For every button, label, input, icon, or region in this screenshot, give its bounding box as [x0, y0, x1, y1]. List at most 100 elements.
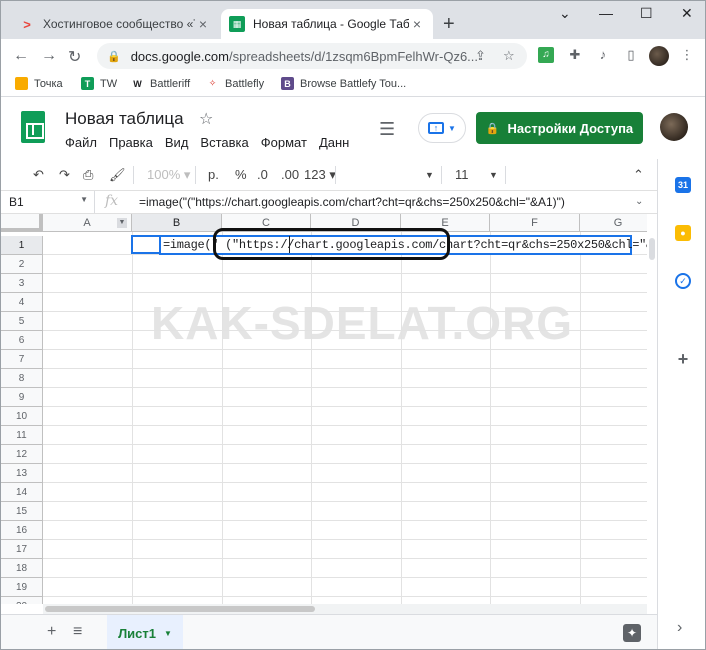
- select-all-corner[interactable]: [1, 214, 43, 232]
- forward-icon[interactable]: →: [41, 47, 57, 65]
- extensions-puzzle-icon[interactable]: ✚: [567, 47, 583, 63]
- collapse-toolbar-icon[interactable]: ⌃: [633, 167, 644, 183]
- row-header-14[interactable]: 14: [1, 483, 43, 502]
- sheets-header: Новая таблица ☆ Файл Правка Вид Вставка …: [1, 97, 705, 159]
- paint-format-icon[interactable]: 🖌: [109, 167, 126, 183]
- row-header-6[interactable]: 6: [1, 331, 43, 350]
- expand-side-panel-icon[interactable]: ›: [677, 619, 682, 637]
- bookmark-label: TW: [100, 77, 118, 90]
- menu-insert[interactable]: Вставка: [200, 135, 248, 150]
- menu-data[interactable]: Данн: [319, 135, 349, 150]
- column-header-a[interactable]: A ▼: [43, 214, 132, 232]
- menu-edit[interactable]: Правка: [109, 135, 153, 150]
- calendar-icon[interactable]: 31: [675, 177, 691, 193]
- print-icon[interactable]: ⎙: [83, 167, 93, 183]
- formula-input[interactable]: =image("("https://chart.googleapis.com/c…: [139, 195, 565, 209]
- decrease-decimal-button[interactable]: .0: [257, 167, 268, 182]
- row-header-10[interactable]: 10: [1, 407, 43, 426]
- tab-sheets[interactable]: ▦ Новая таблица - Google Таблиц ×: [221, 9, 433, 39]
- document-title[interactable]: Новая таблица: [65, 109, 184, 129]
- more-formats-button[interactable]: 123 ▾: [304, 167, 336, 183]
- font-size-dropdown-icon[interactable]: ▼: [489, 170, 498, 180]
- scroll-thumb[interactable]: [45, 606, 315, 612]
- new-tab-button[interactable]: +: [443, 13, 455, 36]
- increase-decimal-button[interactable]: .00: [281, 167, 299, 182]
- row-header-13[interactable]: 13: [1, 464, 43, 483]
- menu-file[interactable]: Файл: [65, 135, 97, 150]
- close-tab-icon[interactable]: ×: [409, 16, 425, 32]
- row-header-20[interactable]: 20: [1, 597, 43, 604]
- bookmark-tochka[interactable]: Точка: [15, 77, 63, 90]
- share-page-icon[interactable]: ⇪: [475, 48, 486, 64]
- explore-icon[interactable]: ✦: [623, 624, 641, 642]
- get-addons-icon[interactable]: +: [675, 349, 691, 369]
- zoom-select[interactable]: 100% ▾: [147, 167, 190, 183]
- expand-formula-icon[interactable]: ⌄: [635, 196, 643, 207]
- row-header-16[interactable]: 16: [1, 521, 43, 540]
- currency-format-button[interactable]: р.: [208, 167, 219, 182]
- menu-format[interactable]: Формат: [261, 135, 307, 150]
- undo-icon[interactable]: ↶: [33, 167, 44, 183]
- reload-icon[interactable]: ↻: [68, 47, 81, 67]
- column-header-f[interactable]: F: [490, 214, 580, 232]
- comment-history-icon[interactable]: ☰: [379, 119, 395, 140]
- row-header-11[interactable]: 11: [1, 426, 43, 445]
- back-icon[interactable]: ←: [13, 47, 29, 65]
- account-avatar[interactable]: [660, 113, 688, 141]
- name-box[interactable]: B1 ▼: [1, 191, 95, 213]
- sheets-logo-icon[interactable]: [21, 111, 45, 143]
- row-header-9[interactable]: 9: [1, 388, 43, 407]
- add-sheet-button[interactable]: +: [47, 623, 56, 641]
- all-sheets-button[interactable]: ≡: [73, 623, 82, 641]
- redo-icon[interactable]: ↷: [59, 167, 70, 183]
- horizontal-scrollbar[interactable]: [43, 604, 647, 614]
- row-header-5[interactable]: 5: [1, 312, 43, 331]
- star-icon[interactable]: ☆: [199, 109, 213, 129]
- bookmark-battlefy[interactable]: B Browse Battlefy Tou...: [281, 77, 406, 90]
- share-button[interactable]: 🔒 Настройки Доступа: [476, 112, 643, 144]
- column-header-b[interactable]: B: [132, 214, 222, 232]
- row-header-18[interactable]: 18: [1, 559, 43, 578]
- row-header-17[interactable]: 17: [1, 540, 43, 559]
- tab-search-icon[interactable]: ⌄: [559, 5, 571, 22]
- close-tab-icon[interactable]: ×: [195, 16, 211, 32]
- address-bar[interactable]: 🔒 docs.google.com /spreadsheets/d/1zsqm6…: [97, 43, 527, 69]
- font-size-select[interactable]: 11: [455, 167, 469, 182]
- row-header-2[interactable]: 2: [1, 255, 43, 274]
- minimize-button[interactable]: —: [599, 5, 613, 21]
- bookmark-battleriff[interactable]: W Battleriff: [131, 77, 190, 90]
- vertical-scrollbar[interactable]: [647, 214, 657, 604]
- percent-format-button[interactable]: %: [235, 167, 247, 182]
- bookmark-tw[interactable]: T TW: [81, 77, 117, 90]
- keep-icon[interactable]: ●: [675, 225, 691, 241]
- media-control-icon[interactable]: ♪: [595, 47, 611, 63]
- row-header-15[interactable]: 15: [1, 502, 43, 521]
- grid-row-line: [43, 558, 657, 559]
- grid-column-line: [311, 232, 312, 604]
- font-family-dropdown-icon[interactable]: ▼: [425, 170, 434, 180]
- row-header-4[interactable]: 4: [1, 293, 43, 312]
- bookmark-battlefly[interactable]: ✧ Battlefly: [206, 77, 264, 90]
- row-header-3[interactable]: 3: [1, 274, 43, 293]
- scroll-thumb[interactable]: [649, 238, 655, 260]
- maximize-button[interactable]: ☐: [640, 5, 653, 22]
- bookmark-star-icon[interactable]: ☆: [503, 48, 515, 64]
- music-extension-icon[interactable]: ♫: [538, 47, 554, 63]
- sheet-tab-list1[interactable]: Лист1 ▼: [107, 615, 183, 649]
- profile-avatar[interactable]: [649, 46, 669, 66]
- row-header-1[interactable]: 1: [1, 236, 43, 255]
- side-panel-icon[interactable]: ▯: [623, 47, 639, 63]
- row-header-19[interactable]: 19: [1, 578, 43, 597]
- row-header-8[interactable]: 8: [1, 369, 43, 388]
- spreadsheet-grid[interactable]: KAK-SDELAT.ORG A ▼ B C D E F G 1 2 3 4 5 6 7 8 9 10 11 12 13…: [1, 214, 657, 604]
- row-header-12[interactable]: 12: [1, 445, 43, 464]
- close-window-button[interactable]: ✕: [681, 5, 693, 22]
- tasks-icon[interactable]: ✓: [675, 273, 691, 289]
- tab-hosting[interactable]: > Хостинговое сообщество «Time ×: [11, 9, 219, 39]
- present-button[interactable]: ↑ ▼: [418, 113, 466, 143]
- column-header-g[interactable]: G: [580, 214, 657, 232]
- menu-view[interactable]: Вид: [165, 135, 189, 150]
- menu-kebab-icon[interactable]: ⋮: [679, 47, 695, 63]
- row-header-7[interactable]: 7: [1, 350, 43, 369]
- column-menu-icon[interactable]: ▼: [117, 218, 127, 228]
